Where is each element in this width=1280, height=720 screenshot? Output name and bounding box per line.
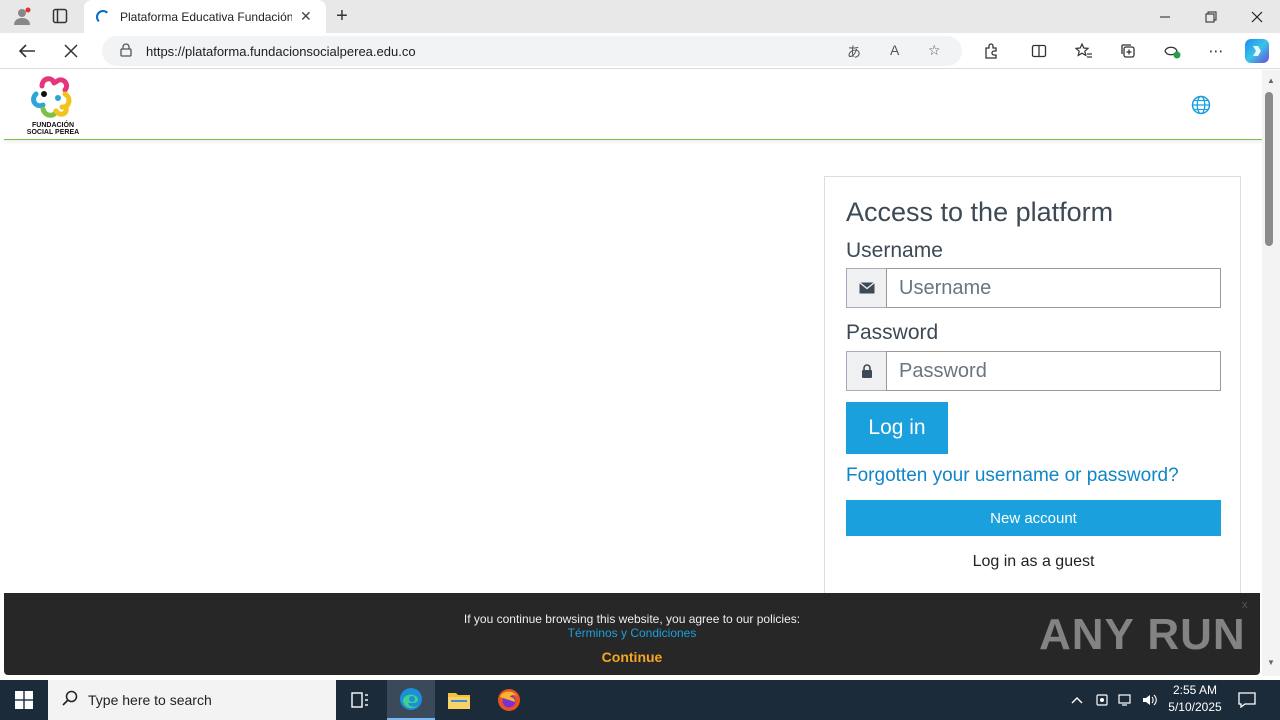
browser-tab-bar: Plataforma Educativa Fundación ✕ +: [0, 0, 1280, 33]
edge-browser-icon[interactable]: [387, 680, 435, 720]
lock-icon[interactable]: [120, 42, 132, 60]
guest-login-button[interactable]: Log in as a guest: [846, 553, 1221, 571]
split-screen-icon[interactable]: [1026, 39, 1052, 63]
url-bar[interactable]: https://plataforma.fundacionsocialperea.…: [102, 36, 962, 66]
restore-button[interactable]: [1188, 0, 1234, 33]
anyrun-watermark: ANY RUN: [1039, 610, 1246, 659]
clock-date: 5/10/2025: [1168, 700, 1222, 714]
search-icon: [62, 690, 78, 711]
tab-title: Plataforma Educativa Fundación: [120, 9, 292, 24]
copilot-icon[interactable]: [1245, 39, 1269, 63]
password-group: [846, 351, 1221, 391]
password-input[interactable]: [886, 351, 1221, 391]
logo-text: FUNDACIÓN SOCIAL PEREA: [26, 122, 80, 136]
firefox-icon[interactable]: [485, 680, 533, 720]
login-title: Access to the platform: [846, 197, 1114, 227]
language-globe-icon[interactable]: [1191, 95, 1211, 120]
tab-actions-icon[interactable]: [48, 5, 72, 27]
extensions-icon[interactable]: [978, 39, 1004, 63]
notifications-icon[interactable]: [1238, 680, 1256, 720]
password-label: Password: [846, 321, 939, 344]
url-text[interactable]: https://plataforma.fundacionsocialperea.…: [146, 44, 416, 59]
close-window-button[interactable]: [1234, 0, 1280, 33]
windows-start-icon[interactable]: [0, 680, 48, 720]
vertical-scrollbar[interactable]: ▲ ▼: [1262, 70, 1280, 676]
back-arrow-icon[interactable]: [14, 39, 40, 63]
search-placeholder: Type here to search: [88, 692, 212, 708]
favorites-icon[interactable]: [1071, 39, 1097, 63]
new-tab-button[interactable]: +: [330, 4, 354, 28]
scroll-down-arrow-icon[interactable]: ▼: [1267, 658, 1275, 667]
address-toolbar: https://plataforma.fundacionsocialperea.…: [0, 33, 1280, 69]
username-input[interactable]: [886, 268, 1221, 308]
windows-taskbar: Type here to search 2:55 AM 5/10/2025: [0, 680, 1280, 720]
scroll-up-arrow-icon[interactable]: ▲: [1267, 76, 1275, 85]
tab-active[interactable]: Plataforma Educativa Fundación ✕: [84, 0, 326, 33]
cookie-consent-bar: x If you continue browsing this website,…: [4, 593, 1260, 675]
scroll-thumb[interactable]: [1265, 92, 1273, 246]
favorite-star-icon[interactable]: ☆: [928, 42, 941, 59]
tray-chevron-icon[interactable]: [1070, 680, 1084, 720]
web-page: FUNDACIÓN SOCIAL PEREA Access to the pla…: [4, 70, 1262, 676]
volume-icon[interactable]: [1142, 680, 1158, 720]
system-clock[interactable]: 2:55 AM 5/10/2025: [1160, 682, 1230, 716]
site-header: FUNDACIÓN SOCIAL PEREA: [4, 70, 1262, 140]
read-aloud-icon[interactable]: A: [890, 42, 899, 58]
collections-icon[interactable]: [1115, 39, 1141, 63]
profile-icon[interactable]: [10, 5, 34, 27]
taskbar-search-box[interactable]: Type here to search: [48, 680, 336, 720]
more-options-icon[interactable]: ⋯: [1203, 39, 1229, 63]
lock-icon: [846, 351, 886, 391]
forgot-password-link[interactable]: Forgotten your username or password?: [846, 465, 1179, 487]
new-account-button[interactable]: New account: [846, 500, 1221, 536]
loading-spinner-icon: [96, 9, 110, 24]
close-tab-icon[interactable]: ✕: [300, 8, 312, 25]
browser-essentials-icon[interactable]: [1159, 39, 1185, 63]
network-icon[interactable]: [1118, 680, 1134, 720]
translate-icon[interactable]: あ: [847, 42, 861, 62]
file-explorer-icon[interactable]: [435, 680, 483, 720]
stop-loading-icon[interactable]: [58, 39, 84, 63]
envelope-icon: [846, 268, 886, 308]
username-label: Username: [846, 239, 943, 262]
username-group: [846, 268, 1221, 308]
clock-time: 2:55 AM: [1172, 683, 1218, 697]
tray-device-icon[interactable]: [1095, 680, 1109, 720]
login-button[interactable]: Log in: [846, 402, 948, 454]
login-card: Access to the platform Username Password…: [824, 176, 1241, 616]
task-view-icon[interactable]: [336, 680, 384, 720]
minimize-button[interactable]: [1142, 0, 1188, 33]
